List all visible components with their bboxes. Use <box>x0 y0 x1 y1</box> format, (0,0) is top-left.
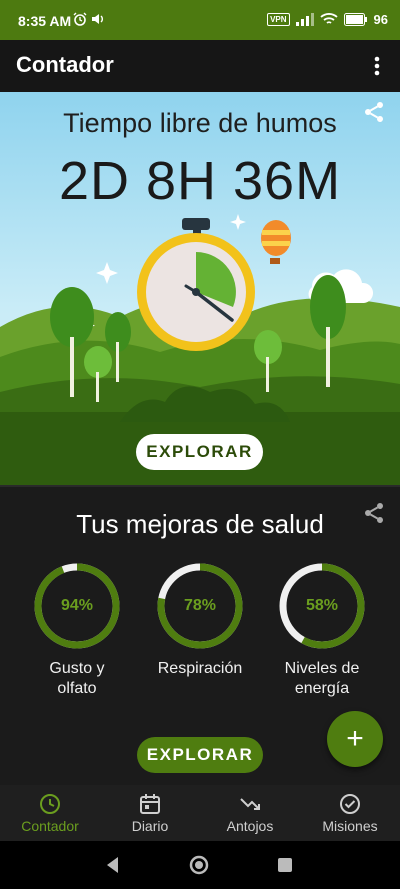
bottom-navigation: Contador Diario Antojos Misiones <box>0 785 400 841</box>
stopwatch-illustration <box>137 218 255 351</box>
nav-label: Contador <box>21 818 79 834</box>
nav-label: Diario <box>131 818 169 834</box>
share-icon[interactable] <box>362 100 386 124</box>
health-label-taste-smell: Gusto y olfato <box>49 660 105 697</box>
nav-item-contador[interactable]: Contador <box>0 785 100 841</box>
health-label-energy: Niveles de energía <box>284 660 360 697</box>
signal-icon <box>295 13 314 26</box>
explore-button-hero[interactable]: EXPLORAR <box>136 434 263 470</box>
smoke-free-timer: 2D 8H 36M <box>58 151 342 211</box>
home-icon[interactable] <box>188 854 210 876</box>
health-ring-taste-smell[interactable]: 94% <box>32 561 122 651</box>
clock-icon <box>40 794 60 814</box>
battery-level: 96 <box>373 12 388 27</box>
health-percent: 94% <box>60 597 94 614</box>
plus-icon: + <box>346 722 364 755</box>
explore-button-health[interactable]: EXPLORAR <box>137 737 263 773</box>
more-vert-icon[interactable] <box>368 54 386 78</box>
health-improvements-section: Tus mejoras de salud 94% Gusto y olfato 7… <box>0 485 400 785</box>
back-icon[interactable] <box>102 854 124 876</box>
hero-title: Tiempo libre de humos <box>63 108 337 138</box>
nav-label: Misiones <box>322 818 378 834</box>
status-icons <box>73 12 105 26</box>
app-bar: Contador <box>0 40 400 92</box>
health-ring-breathing[interactable]: 78% <box>155 561 245 651</box>
nav-item-diario[interactable]: Diario <box>100 785 200 841</box>
status-right: VPN 96 <box>267 12 388 27</box>
smoke-free-card: Tiempo libre de humos 2D 8H 36M EXPLORAR <box>0 92 400 485</box>
alarm-icon <box>73 12 87 26</box>
recents-icon[interactable] <box>274 854 296 876</box>
health-percent: 78% <box>183 597 217 614</box>
health-ring-energy[interactable]: 58% <box>277 561 367 651</box>
check-circle-icon <box>340 794 360 814</box>
balloon-illustration <box>261 220 291 264</box>
status-time: 8:35 AM <box>18 13 72 29</box>
trending-down-icon <box>240 798 260 810</box>
wifi-icon <box>319 13 338 24</box>
health-label-breathing: Respiración <box>157 660 243 677</box>
battery-icon <box>343 13 367 26</box>
volume-icon <box>92 14 103 24</box>
nav-item-misiones[interactable]: Misiones <box>300 785 400 841</box>
calendar-icon <box>140 794 160 814</box>
status-bar: 8:35 AM VPN 96 <box>0 0 400 40</box>
share-icon[interactable] <box>362 501 386 525</box>
vpn-badge: VPN <box>267 13 290 26</box>
nav-item-antojos[interactable]: Antojos <box>200 785 300 841</box>
add-fab-button[interactable]: + <box>327 711 383 767</box>
health-percent: 58% <box>305 597 339 614</box>
system-navigation-bar <box>0 841 400 889</box>
health-title: Tus mejoras de salud <box>76 509 324 539</box>
nav-label: Antojos <box>226 818 274 834</box>
page-title: Contador <box>16 52 114 77</box>
